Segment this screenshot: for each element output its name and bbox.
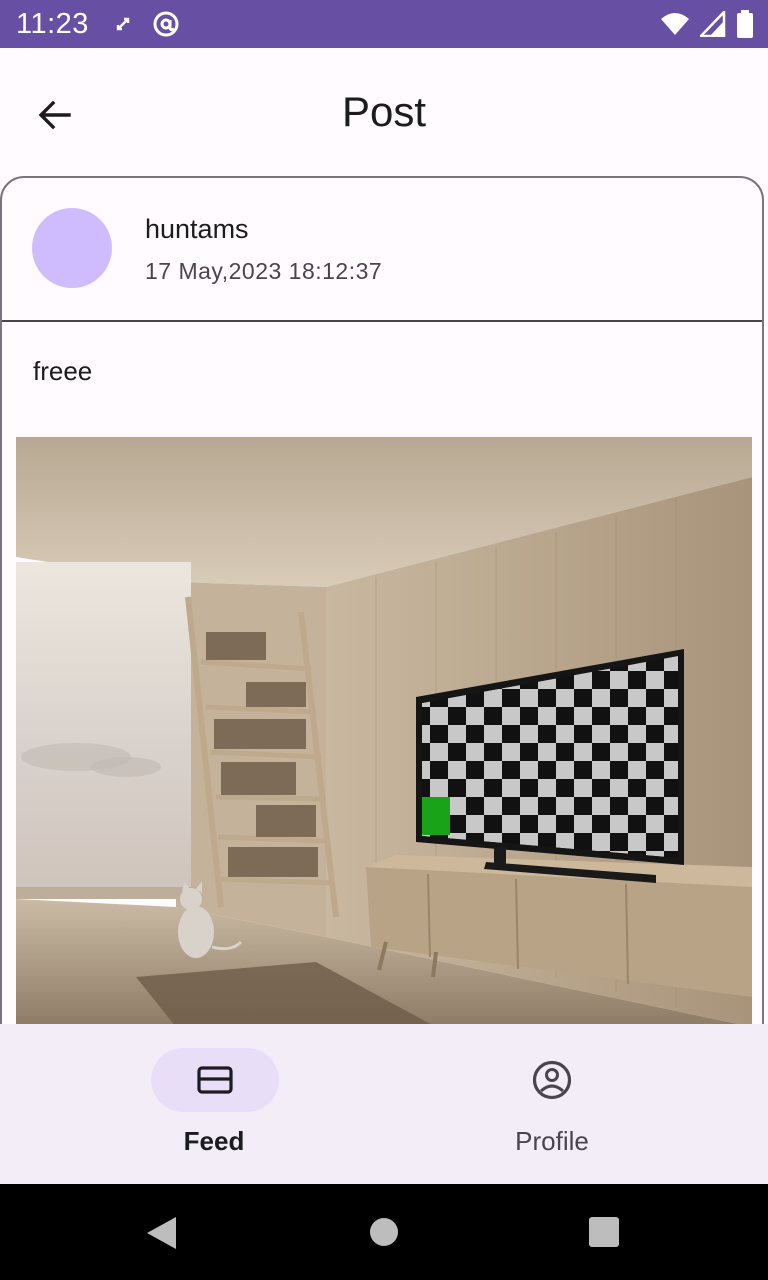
status-time: 11:23 bbox=[16, 8, 89, 40]
nav-item-profile[interactable]: Profile bbox=[360, 1024, 744, 1184]
account-circle-icon bbox=[532, 1060, 572, 1100]
bottom-navigation: Feed Profile bbox=[0, 1024, 768, 1184]
home-circle-icon[interactable] bbox=[369, 1217, 399, 1247]
post-image bbox=[16, 437, 752, 1027]
battery-icon bbox=[737, 10, 753, 38]
nav-label-feed: Feed bbox=[183, 1126, 245, 1156]
avatar[interactable] bbox=[32, 208, 112, 288]
back-triangle-icon[interactable] bbox=[146, 1216, 178, 1250]
feed-card-icon bbox=[197, 1066, 233, 1094]
sync-disabled-icon bbox=[116, 17, 130, 31]
status-bar: 11:23 bbox=[0, 0, 768, 48]
room-photo bbox=[16, 437, 752, 1027]
wifi-icon bbox=[661, 13, 689, 35]
nav-icon-wrap bbox=[520, 1056, 584, 1104]
nav-item-feed[interactable]: Feed bbox=[23, 1024, 407, 1184]
post-text: freee bbox=[33, 356, 93, 386]
nav-active-indicator bbox=[151, 1048, 279, 1112]
status-right-icons bbox=[660, 10, 754, 38]
signal-icon bbox=[700, 11, 726, 37]
post-header: huntams 17 May,2023 18:12:37 bbox=[2, 178, 762, 322]
username[interactable]: huntams bbox=[145, 214, 249, 245]
page-title: Post bbox=[341, 88, 427, 135]
at-sign-icon bbox=[153, 11, 179, 37]
status-left-icons bbox=[112, 10, 180, 38]
recents-square-icon[interactable] bbox=[589, 1217, 619, 1247]
nav-label-profile: Profile bbox=[515, 1126, 589, 1156]
post-timestamp: 17 May,2023 18:12:37 bbox=[145, 258, 383, 284]
system-navigation-bar bbox=[0, 1184, 768, 1280]
